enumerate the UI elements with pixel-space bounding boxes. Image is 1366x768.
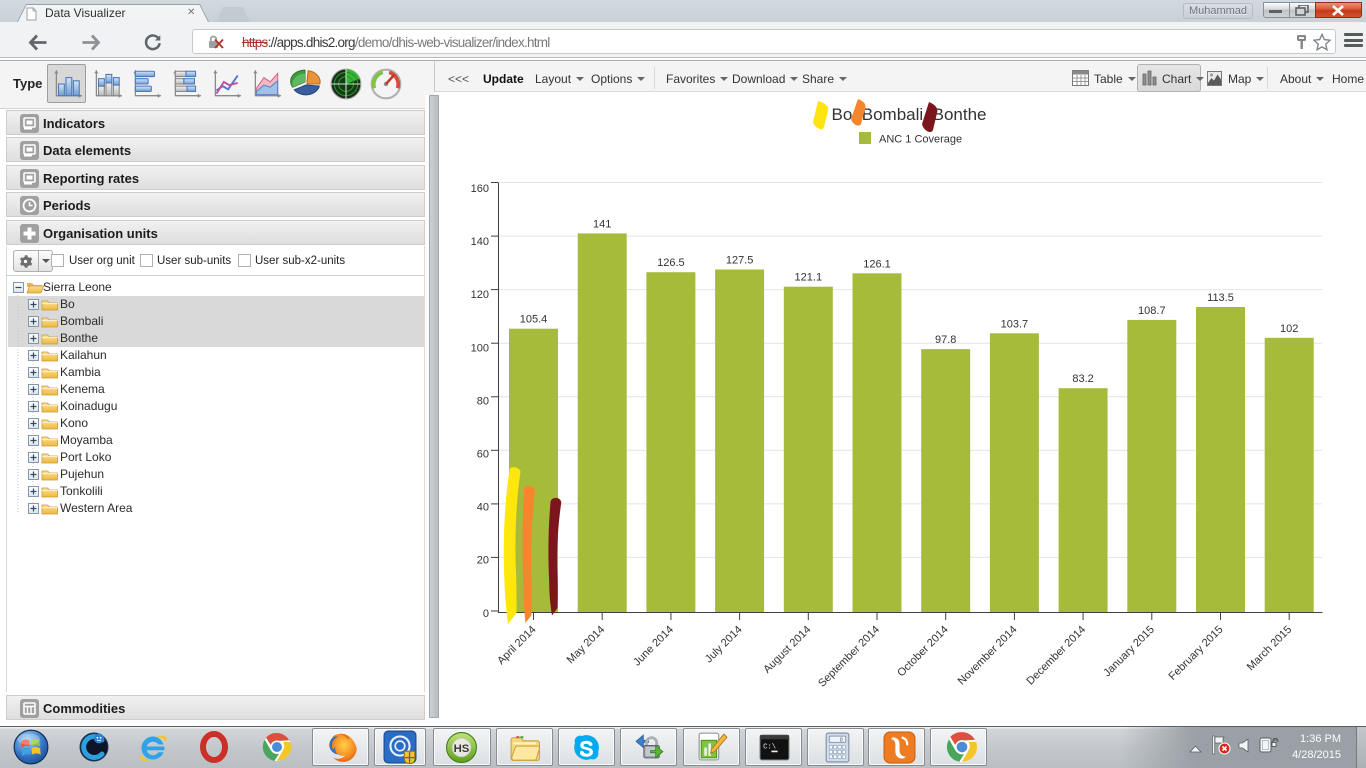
svg-text:97.8: 97.8	[935, 334, 956, 346]
svg-text:October 2014: October 2014	[895, 624, 951, 680]
svg-text:June 2014: June 2014	[631, 624, 676, 669]
svg-text:December 2014: December 2014	[1024, 624, 1088, 688]
svg-text:HS: HS	[454, 743, 470, 755]
svg-text:140: 140	[471, 236, 489, 248]
svg-text:Kenema: Kenema	[60, 382, 105, 396]
svg-text:127.5: 127.5	[726, 255, 754, 267]
svg-text:March 2015: March 2015	[1245, 624, 1295, 674]
svg-text:February 2015: February 2015	[1167, 624, 1226, 683]
svg-text:ANC 1 Coverage: ANC 1 Coverage	[879, 134, 962, 146]
svg-text:C:\: C:\	[763, 744, 776, 752]
svg-text:103.7: 103.7	[1001, 318, 1029, 330]
svg-text:Kailahun: Kailahun	[60, 348, 107, 362]
svg-text:20: 20	[477, 555, 489, 567]
svg-text:40: 40	[477, 502, 489, 514]
svg-text:Pujehun: Pujehun	[60, 467, 104, 481]
svg-text:141: 141	[593, 218, 611, 230]
svg-text:July 2014: July 2014	[703, 624, 745, 666]
svg-text:80: 80	[477, 395, 489, 407]
svg-text:Sierra Leone: Sierra Leone	[43, 280, 112, 294]
svg-text:August 2014: August 2014	[761, 624, 813, 676]
svg-text:126.1: 126.1	[863, 258, 891, 270]
svg-text:January 2015: January 2015	[1101, 624, 1157, 680]
svg-text:100: 100	[471, 342, 489, 354]
svg-text:Kono: Kono	[60, 416, 88, 430]
svg-text:Kambia: Kambia	[60, 365, 101, 379]
svg-text:Western Area: Western Area	[60, 501, 133, 515]
svg-text:Koinadugu: Koinadugu	[60, 399, 117, 413]
svg-text:April 2014: April 2014	[495, 624, 539, 668]
svg-text:121.1: 121.1	[795, 272, 823, 284]
svg-text:83.2: 83.2	[1072, 373, 1093, 385]
svg-text:0: 0	[840, 737, 843, 743]
svg-text:Tonkolili: Tonkolili	[60, 484, 103, 498]
svg-text:120: 120	[471, 289, 489, 301]
svg-text:60: 60	[477, 449, 489, 461]
svg-text:May 2014: May 2014	[565, 624, 608, 667]
svg-text:November 2014: November 2014	[956, 624, 1020, 688]
svg-text:Bombali: Bombali	[60, 314, 103, 328]
svg-text:108.7: 108.7	[1138, 305, 1166, 317]
svg-text:Port Loko: Port Loko	[60, 450, 112, 464]
svg-text:105.4: 105.4	[520, 314, 548, 326]
svg-text:0: 0	[483, 608, 489, 620]
svg-text:160: 160	[471, 183, 489, 195]
svg-text:Bo: Bo	[60, 297, 75, 311]
svg-text:113.5: 113.5	[1207, 292, 1234, 304]
svg-text:102: 102	[1280, 323, 1298, 335]
svg-text:Moyamba: Moyamba	[60, 433, 113, 447]
svg-text:September 2014: September 2014	[816, 624, 882, 690]
svg-text:126.5: 126.5	[657, 257, 685, 269]
svg-text:Bonthe: Bonthe	[60, 331, 98, 345]
